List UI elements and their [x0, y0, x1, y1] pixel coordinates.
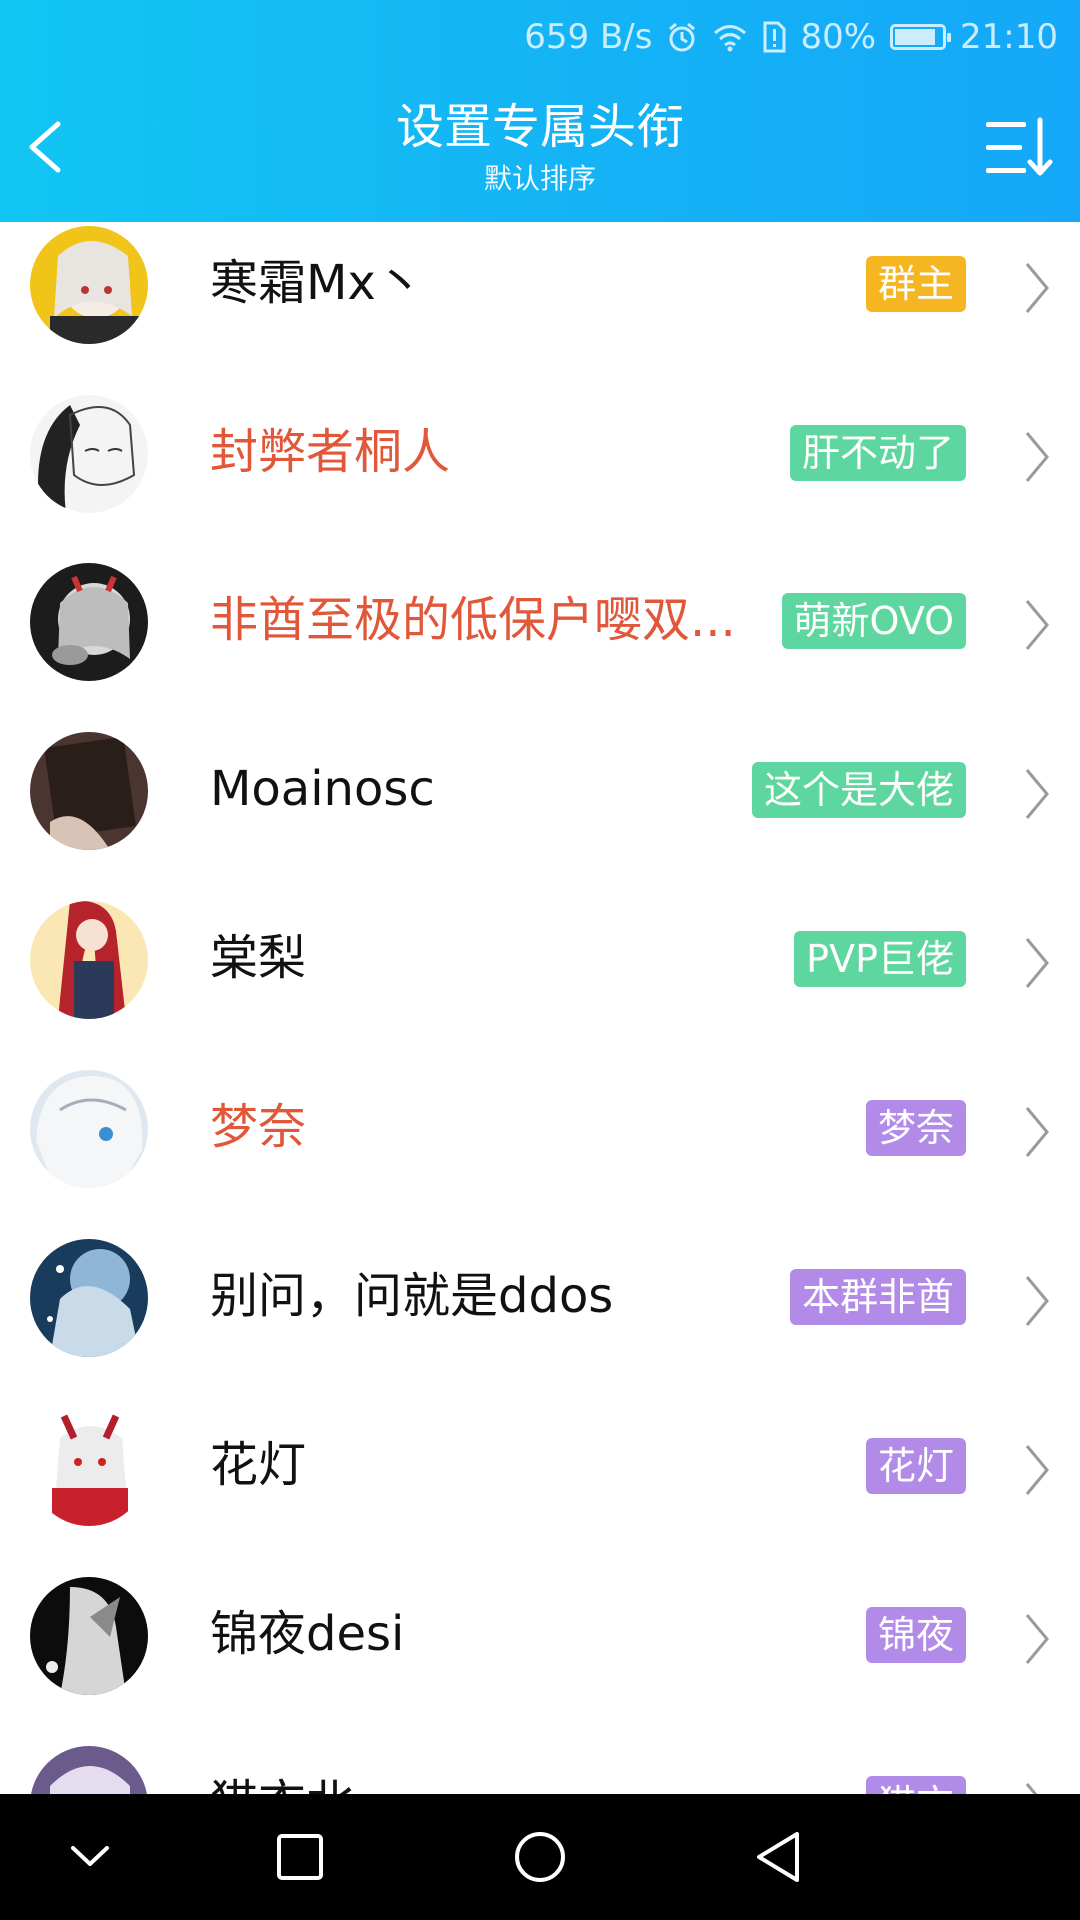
member-name: 猫衣北	[210, 1770, 354, 1794]
member-row[interactable]: 非酋至极的低保户嘤双... 萌新OVO	[0, 563, 1080, 732]
member-name: 锦夜desi	[210, 1606, 405, 1662]
header-bar: 659 B/s 80% 21:10 设置专属头衔 默认排序	[0, 0, 1080, 222]
title-badge: 猫衣	[865, 1776, 966, 1794]
chevron-right-icon	[1025, 263, 1049, 313]
member-row[interactable]: 寒霜Mx丶 群主	[0, 226, 1080, 395]
chevron-right-icon	[1025, 1276, 1049, 1326]
nav-down-icon[interactable]	[57, 1824, 123, 1890]
avatar	[30, 1577, 148, 1695]
title-badge: 梦奈	[865, 1100, 966, 1156]
system-nav-bar	[0, 1794, 1080, 1920]
clock: 21:10	[960, 17, 1058, 57]
member-row[interactable]: 猫衣北 猫衣	[0, 1746, 1080, 1794]
page-title: 设置专属头衔	[395, 99, 684, 155]
member-row[interactable]: 锦夜desi 锦夜	[0, 1577, 1080, 1746]
title-badge: 群主	[865, 256, 966, 312]
sim-alert-icon	[762, 21, 786, 53]
chevron-right-icon	[1025, 938, 1049, 988]
avatar	[30, 1408, 148, 1526]
title-badge: 花灯	[865, 1438, 966, 1494]
member-name: 封弊者桐人	[210, 424, 451, 480]
chevron-right-icon	[1025, 769, 1049, 819]
member-row[interactable]: Moainosc 这个是大佬	[0, 732, 1080, 901]
network-speed: 659 B/s	[524, 17, 653, 57]
wifi-icon	[712, 22, 748, 52]
avatar	[30, 1239, 148, 1357]
chevron-right-icon	[1025, 1445, 1049, 1495]
title-badge: 肝不动了	[789, 425, 966, 481]
member-name: 花灯	[210, 1437, 307, 1493]
chevron-right-icon	[1025, 1783, 1038, 1794]
sort-mode-label[interactable]: 默认排序	[0, 162, 1080, 196]
nav-recents-icon[interactable]	[267, 1824, 333, 1890]
nav-home-icon[interactable]	[507, 1824, 573, 1890]
chevron-right-icon	[1025, 600, 1049, 650]
chevron-right-icon	[1025, 432, 1049, 482]
member-row[interactable]: 别问，问就是ddos 本群非酋	[0, 1239, 1080, 1408]
member-name: 别问，问就是ddos	[210, 1268, 614, 1324]
title-badge: 锦夜	[865, 1607, 966, 1663]
member-name: Moainosc	[210, 761, 435, 817]
member-name: 寒霜Mx丶	[210, 255, 424, 311]
chevron-right-icon	[1025, 1614, 1049, 1664]
chevron-right-icon	[1025, 1107, 1049, 1157]
avatar	[30, 563, 148, 681]
avatar	[30, 395, 148, 513]
avatar	[30, 1070, 148, 1188]
member-name: 非酋至极的低保户嘤双...	[210, 592, 736, 648]
avatar	[30, 1746, 148, 1794]
member-row[interactable]: 封弊者桐人 肝不动了	[0, 395, 1080, 564]
title-badge: 萌新OVO	[781, 593, 966, 649]
battery-percent: 80%	[800, 17, 877, 57]
member-name: 梦奈	[210, 1099, 307, 1155]
member-row[interactable]: 花灯 花灯	[0, 1408, 1080, 1577]
member-list: 寒霜Mx丶 群主 封弊者桐人 肝不动了 非酋至极的低保户嘤双... 萌新OVO …	[0, 222, 1080, 1794]
avatar	[30, 226, 148, 344]
status-bar: 659 B/s 80% 21:10	[524, 14, 1058, 60]
nav-back-icon[interactable]	[747, 1824, 813, 1890]
avatar	[30, 901, 148, 1019]
avatar	[30, 732, 148, 850]
alarm-icon	[666, 21, 698, 53]
battery-icon	[890, 24, 952, 50]
sort-icon[interactable]	[984, 116, 1054, 178]
member-name: 棠梨	[210, 930, 307, 986]
title-badge: PVP巨佬	[794, 931, 966, 987]
title-badge: 本群非酋	[789, 1269, 966, 1325]
title-badge: 这个是大佬	[751, 762, 966, 818]
member-row[interactable]: 梦奈 梦奈	[0, 1070, 1080, 1239]
member-row[interactable]: 棠梨 PVP巨佬	[0, 901, 1080, 1070]
